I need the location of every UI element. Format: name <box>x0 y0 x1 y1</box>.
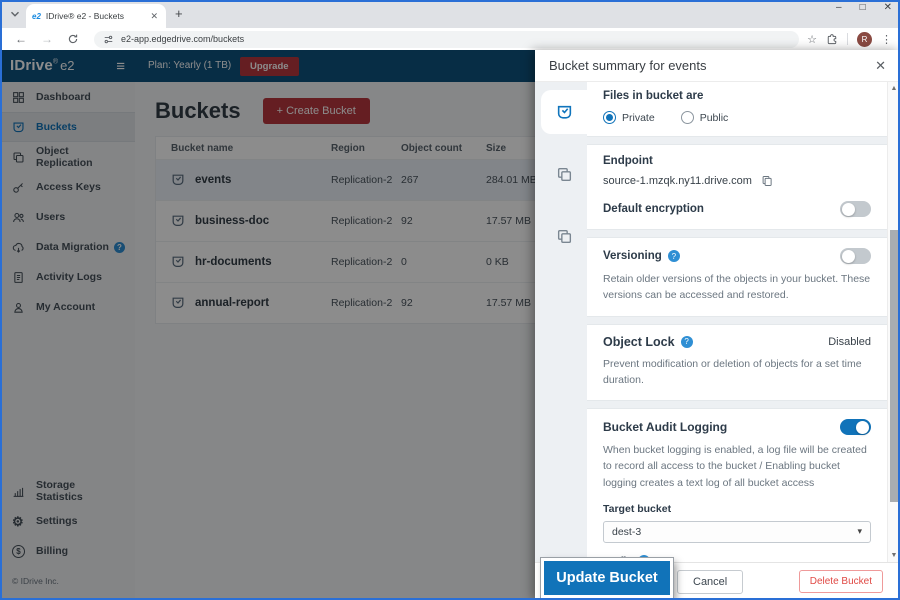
help-icon[interactable]: ? <box>681 336 693 348</box>
endpoint-label: Endpoint <box>603 155 871 167</box>
versioning-description: Retain older versions of the objects in … <box>603 271 871 304</box>
target-bucket-label: Target bucket <box>603 503 871 515</box>
window-close-button[interactable]: ✕ <box>884 2 892 13</box>
url-text: e2-app.edgedrive.com/buckets <box>121 34 244 44</box>
cancel-button[interactable]: Cancel <box>677 570 743 594</box>
tab-search-chevron-icon[interactable] <box>8 7 22 21</box>
object-lock-status: Disabled <box>828 336 871 348</box>
extensions-icon[interactable] <box>826 33 838 45</box>
copy-icon[interactable] <box>761 175 773 187</box>
scroll-up-icon[interactable]: ▲ <box>888 85 900 92</box>
panel-tab-rail <box>535 82 587 562</box>
radio-private[interactable]: Private <box>603 111 655 124</box>
audit-toggle[interactable] <box>840 419 871 435</box>
address-bar[interactable]: e2-app.edgedrive.com/buckets <box>94 31 799 48</box>
section-file-access: Files in bucket are Private Public <box>587 82 887 137</box>
section-audit-logging: Bucket Audit Logging When bucket logging… <box>587 408 887 562</box>
panel-title: Bucket summary for events <box>549 58 707 73</box>
encryption-toggle[interactable] <box>840 201 871 217</box>
delete-bucket-button[interactable]: Delete Bucket <box>799 570 883 593</box>
radio-icon <box>681 111 694 124</box>
radio-public[interactable]: Public <box>681 111 729 124</box>
toolbar-divider <box>847 33 848 45</box>
radio-icon <box>603 111 616 124</box>
window-minimize-button[interactable]: – <box>836 2 842 13</box>
target-bucket-value: dest-3 <box>612 526 641 538</box>
profile-avatar[interactable]: R <box>857 32 872 47</box>
modal-dim-overlay <box>0 50 535 600</box>
site-settings-icon[interactable] <box>103 34 114 45</box>
bucket-icon <box>556 104 573 121</box>
replication-icon <box>556 228 573 245</box>
target-bucket-select[interactable]: dest-3 ▾ <box>603 521 871 543</box>
object-lock-label: Object Lock <box>603 335 675 349</box>
update-bucket-button[interactable]: Update Bucket <box>541 558 673 598</box>
encryption-label: Default encryption <box>603 203 704 215</box>
tab-replication-2[interactable] <box>541 214 587 258</box>
scroll-down-icon[interactable]: ▼ <box>888 552 900 559</box>
tab-bucket-settings[interactable] <box>541 90 587 134</box>
reload-icon[interactable] <box>67 33 79 45</box>
versioning-toggle[interactable] <box>840 248 871 264</box>
replication-icon <box>556 166 573 183</box>
object-lock-description: Prevent modification or deletion of obje… <box>603 356 871 389</box>
e2-favicon: e2 <box>32 12 41 21</box>
browser-tab[interactable]: e2 IDrive® e2 - Buckets ✕ <box>26 4 166 28</box>
tab-title: IDrive® e2 - Buckets <box>46 11 149 21</box>
help-icon[interactable]: ? <box>668 250 680 262</box>
browser-toolbar: ← → e2-app.edgedrive.com/buckets ☆ R ⋮ <box>0 28 900 50</box>
chevron-down-icon: ▾ <box>857 526 862 537</box>
tab-replication-1[interactable] <box>541 152 587 196</box>
forward-icon[interactable]: → <box>41 32 53 46</box>
access-label: Files in bucket are <box>603 90 871 102</box>
bucket-summary-panel: Bucket summary for events ✕ Files in buc… <box>535 50 900 600</box>
panel-footer: Update Bucket Cancel Delete Bucket <box>535 562 900 600</box>
browser-tab-strip: e2 IDrive® e2 - Buckets ✕ + – □ ✕ <box>0 0 900 28</box>
browser-menu-icon[interactable]: ⋮ <box>881 33 892 46</box>
audit-label: Bucket Audit Logging <box>603 420 727 434</box>
audit-description: When bucket logging is enabled, a log fi… <box>603 442 871 491</box>
endpoint-value: source-1.mzqk.ny11.drive.com <box>603 175 752 187</box>
bookmark-star-icon[interactable]: ☆ <box>807 33 817 46</box>
new-tab-button[interactable]: + <box>175 8 183 20</box>
section-versioning: Versioning ? Retain older versions of th… <box>587 237 887 317</box>
versioning-label: Versioning <box>603 250 662 262</box>
section-object-lock: Object Lock ? Disabled Prevent modificat… <box>587 324 887 402</box>
tab-close-icon[interactable]: ✕ <box>148 11 160 22</box>
close-icon[interactable]: ✕ <box>875 58 886 74</box>
back-icon[interactable]: ← <box>15 32 27 46</box>
panel-scrollbar[interactable]: ▲ ▼ <box>887 82 900 562</box>
window-maximize-button[interactable]: □ <box>860 2 866 13</box>
scrollbar-thumb[interactable] <box>890 230 899 502</box>
section-endpoint: Endpoint source-1.mzqk.ny11.drive.com De… <box>587 144 887 230</box>
